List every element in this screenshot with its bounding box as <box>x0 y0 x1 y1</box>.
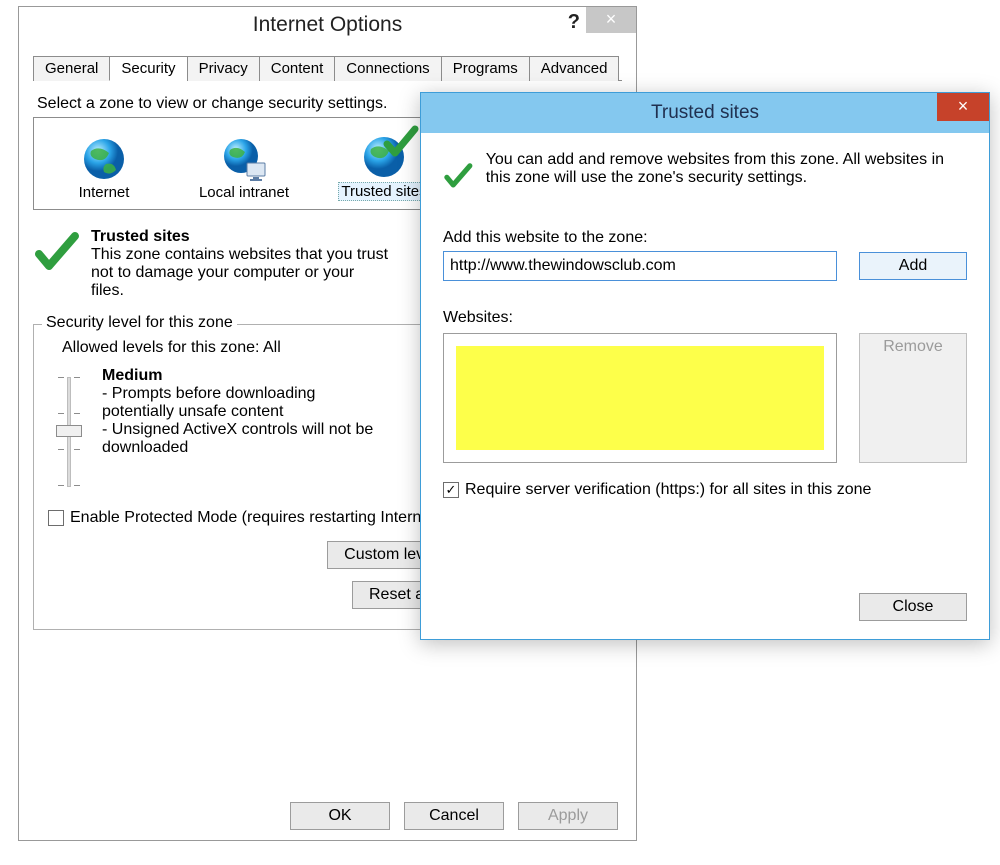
cancel-button[interactable]: Cancel <box>404 802 504 830</box>
level-name: Medium <box>102 367 382 385</box>
websites-label: Websites: <box>443 309 967 327</box>
help-icon[interactable]: ? <box>568 11 580 34</box>
website-url-input[interactable] <box>443 251 837 281</box>
require-https-label: Require server verification (https:) for… <box>465 481 871 499</box>
tab-content[interactable]: Content <box>259 56 336 81</box>
trusted-heading: Trusted sites <box>91 228 391 246</box>
close-icon[interactable]: × <box>937 93 989 121</box>
protected-mode-checkbox[interactable] <box>48 510 64 526</box>
ts-titlebar: Trusted sites × <box>421 93 989 133</box>
tab-privacy[interactable]: Privacy <box>187 56 260 81</box>
ok-button[interactable]: OK <box>290 802 390 830</box>
ts-intro-text: You can add and remove websites from thi… <box>486 151 967 201</box>
tab-programs[interactable]: Programs <box>441 56 530 81</box>
checkmark-icon <box>33 228 81 276</box>
close-button[interactable]: Close <box>859 593 967 621</box>
globe-icon <box>81 136 127 182</box>
add-button[interactable]: Add <box>859 252 967 280</box>
tab-connections[interactable]: Connections <box>334 56 441 81</box>
io-footer: OK Cancel Apply <box>290 802 618 830</box>
ts-intro: You can add and remove websites from thi… <box>443 151 967 201</box>
apply-button[interactable]: Apply <box>518 802 618 830</box>
trusted-sites-dialog: Trusted sites × You can add and remove w… <box>420 92 990 640</box>
slider-thumb[interactable] <box>56 425 82 437</box>
zone-label: Trusted sites <box>338 182 429 201</box>
ts-title: Trusted sites <box>651 102 759 124</box>
trusted-description: This zone contains websites that you tru… <box>91 246 391 300</box>
globe-check-icon <box>361 134 407 180</box>
tab-security[interactable]: Security <box>109 56 187 81</box>
tab-advanced[interactable]: Advanced <box>529 56 620 81</box>
tab-general[interactable]: General <box>33 56 110 81</box>
remove-button[interactable]: Remove <box>859 333 967 463</box>
close-icon[interactable]: × <box>586 7 636 33</box>
highlighted-region <box>456 346 824 450</box>
io-titlebar: Internet Options ? × <box>19 7 636 45</box>
security-level-slider[interactable] <box>56 377 84 487</box>
zone-internet[interactable]: Internet <box>34 136 174 201</box>
zone-local-intranet[interactable]: Local intranet <box>174 136 314 201</box>
io-title: Internet Options <box>253 13 402 37</box>
level-detail-2: - Unsigned ActiveX controls will not be … <box>102 421 382 457</box>
tabstrip: General Security Privacy Content Connect… <box>33 55 622 81</box>
level-detail-1: - Prompts before downloading potentially… <box>102 385 382 421</box>
zone-label: Local intranet <box>174 184 314 201</box>
globe-monitor-icon <box>221 136 267 182</box>
add-website-label: Add this website to the zone: <box>443 229 967 247</box>
require-https-checkbox[interactable]: ✓ <box>443 482 459 498</box>
websites-listbox[interactable] <box>443 333 837 463</box>
group-legend: Security level for this zone <box>42 314 237 332</box>
zone-label: Internet <box>34 184 174 201</box>
checkmark-icon <box>443 151 474 201</box>
